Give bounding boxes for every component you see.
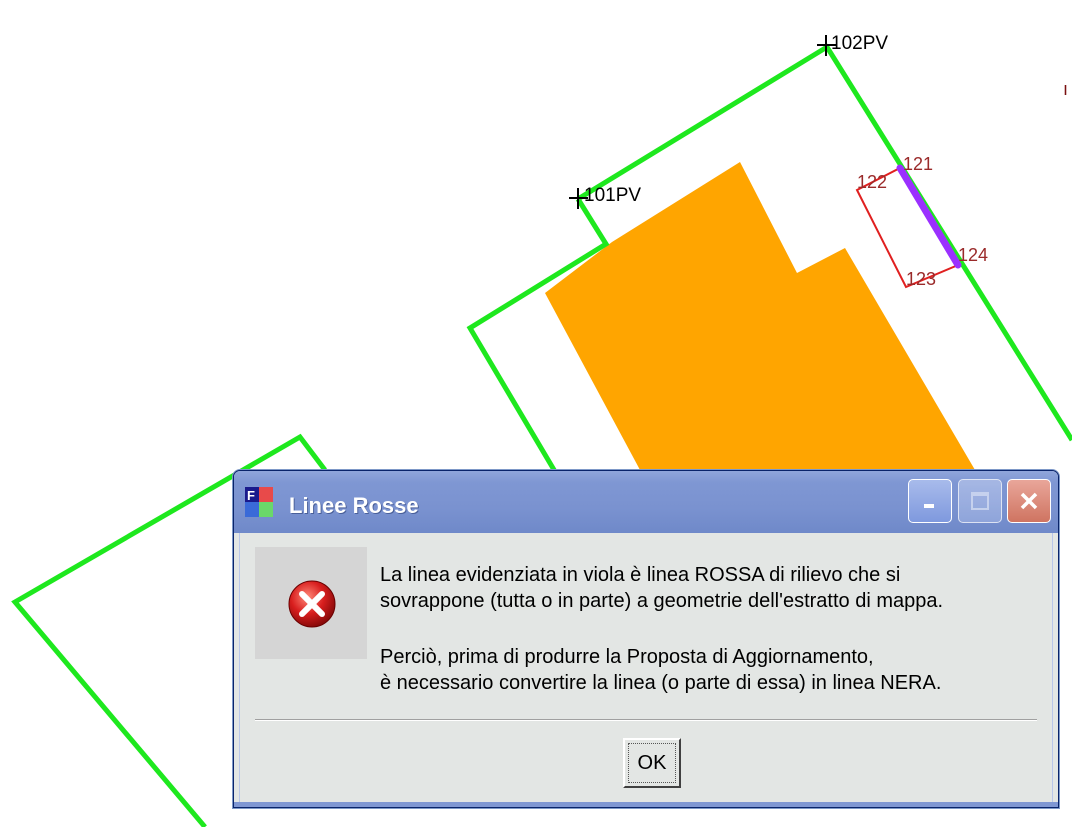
message-icon-panel — [255, 547, 367, 659]
dialog-titlebar[interactable]: F Linee Rosse — [234, 471, 1058, 533]
close-button[interactable] — [1007, 479, 1051, 523]
svg-text:F: F — [247, 488, 255, 503]
message-line-2: sovrappone (tutta o in parte) a geometri… — [380, 590, 944, 612]
message-line-4: è necessario convertire la linea (o part… — [380, 672, 942, 694]
dialog-title: Linee Rosse — [289, 493, 419, 518]
error-dialog[interactable]: F Linee Rosse La linea evidenziata in vi… — [233, 470, 1059, 808]
minimize-button[interactable] — [908, 479, 952, 523]
separator — [255, 719, 1037, 721]
message-line-3: Perciò, prima di produrre la Proposta di… — [380, 646, 874, 668]
label-point-123: 123 — [906, 269, 937, 289]
label-point-124: 124 — [958, 245, 989, 265]
label-point-102: 102PV — [831, 33, 889, 54]
label-point-101: 101PV — [584, 185, 642, 206]
label-point-121: 121 — [903, 154, 934, 174]
building-polygon[interactable] — [545, 162, 975, 470]
edge-mark: ı — [1063, 79, 1068, 99]
maximize-button[interactable] — [958, 479, 1002, 523]
ok-button[interactable]: OK — [623, 738, 681, 788]
fortran-app-icon: F — [245, 487, 273, 517]
close-icon — [1020, 492, 1038, 510]
error-icon — [288, 580, 336, 628]
dialog-body: La linea evidenziata in viola è linea RO… — [239, 533, 1053, 802]
minimize-icon — [924, 504, 934, 508]
maximize-icon — [971, 492, 989, 510]
highlighted-violet-line[interactable] — [896, 164, 962, 269]
dialog-bottom-border — [234, 802, 1058, 807]
label-point-122: 122 — [857, 172, 888, 192]
message-line-1: La linea evidenziata in viola è linea RO… — [380, 564, 901, 586]
